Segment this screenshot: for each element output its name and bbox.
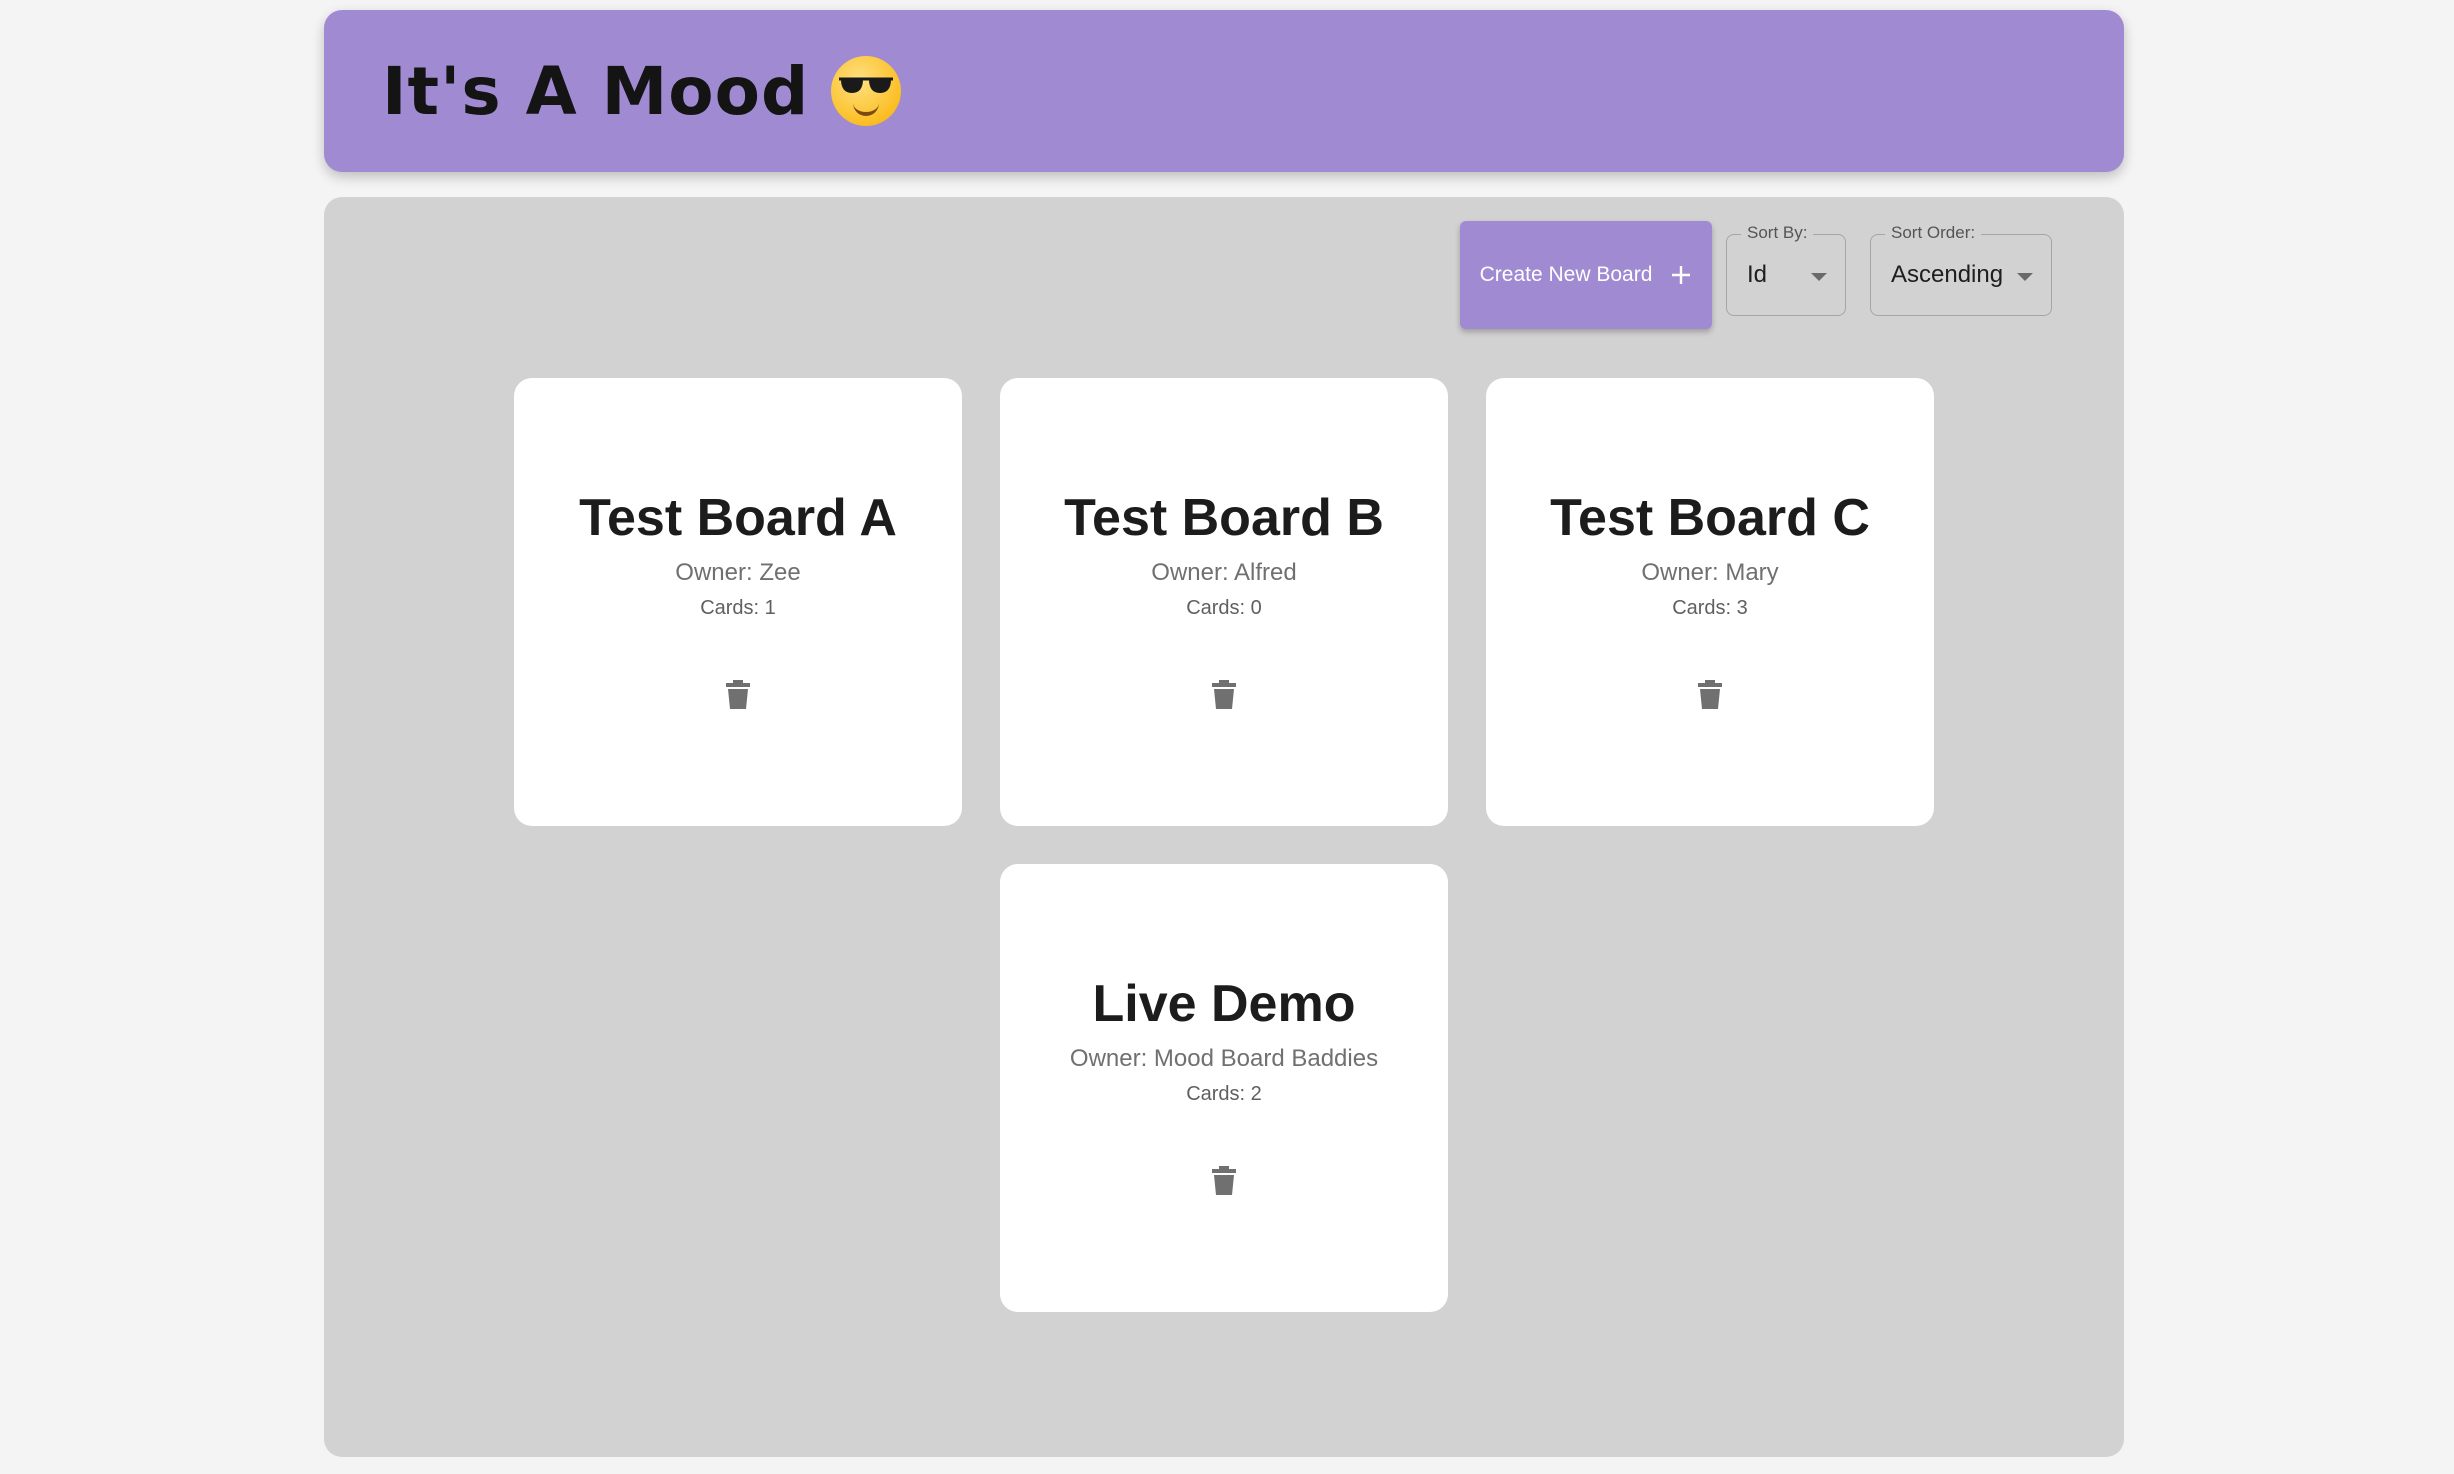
board-title: Test Board A (579, 489, 897, 547)
board-card-count: Cards: 3 (1672, 597, 1748, 620)
sunglasses-smiley-icon (831, 56, 902, 126)
boards-panel: Create New Board Sort By: Id Sort Order:… (324, 197, 2124, 1457)
board-owner: Owner: Zee (675, 559, 801, 587)
board-owner: Owner: Mary (1641, 559, 1779, 587)
board-title: Live Demo (1092, 975, 1356, 1033)
board-card[interactable]: Test Board A Owner: Zee Cards: 1 (514, 378, 962, 826)
toolbar: Create New Board Sort By: Id Sort Order:… (1460, 221, 2052, 329)
sort-order-label: Sort Order: (1885, 223, 1982, 243)
board-card-count: Cards: 1 (700, 597, 776, 620)
board-title: Test Board B (1064, 489, 1384, 547)
board-card[interactable]: Test Board C Owner: Mary Cards: 3 (1486, 378, 1934, 826)
sort-by-select[interactable]: Sort By: Id (1726, 223, 1846, 316)
trash-icon[interactable] (725, 678, 751, 710)
plus-icon (1672, 266, 1691, 284)
trash-icon[interactable] (1697, 678, 1723, 710)
create-new-board-button[interactable]: Create New Board (1460, 221, 1712, 329)
create-new-board-label: Create New Board (1479, 263, 1653, 286)
board-card-count: Cards: 2 (1186, 1083, 1262, 1106)
board-card-count: Cards: 0 (1186, 597, 1262, 620)
board-title: Test Board C (1550, 489, 1870, 547)
sort-by-value: Id (1747, 261, 1768, 288)
board-card[interactable]: Live Demo Owner: Mood Board Baddies Card… (1000, 864, 1448, 1312)
board-owner: Owner: Mood Board Baddies (1069, 1045, 1379, 1073)
app-title: It's A Mood (382, 52, 810, 130)
app-title-wrap: It's A Mood (382, 52, 902, 130)
sort-order-select[interactable]: Sort Order: Ascending (1870, 223, 2052, 316)
trash-icon[interactable] (1211, 678, 1237, 710)
chevron-down-icon (1811, 273, 1827, 281)
sort-by-label: Sort By: (1741, 223, 1814, 243)
app-header: It's A Mood (324, 10, 2124, 172)
chevron-down-icon (2017, 273, 2033, 281)
trash-icon[interactable] (1211, 1164, 1237, 1196)
sort-order-value: Ascending (1891, 261, 2004, 288)
board-card[interactable]: Test Board B Owner: Alfred Cards: 0 (1000, 378, 1448, 826)
board-owner: Owner: Alfred (1151, 559, 1297, 587)
